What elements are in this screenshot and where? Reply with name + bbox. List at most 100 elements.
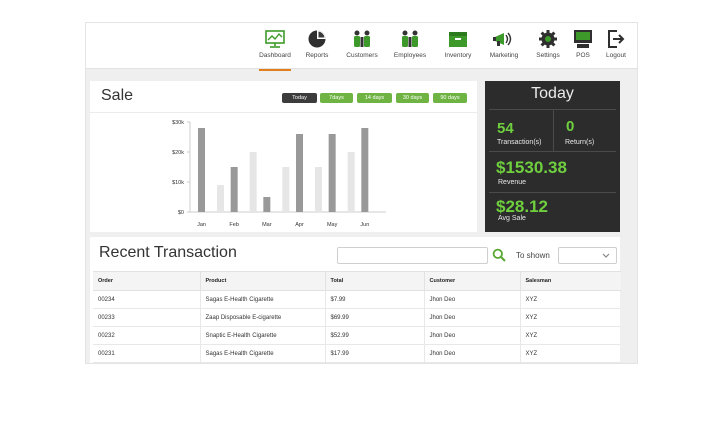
table-row[interactable]: 00233 Zaap Disposable E-cigarette $69.99… [93, 308, 621, 327]
customer-cell: Jhon Deo [424, 326, 521, 345]
order-cell: 00231 [93, 344, 201, 363]
x-tick-label: Jan [197, 222, 206, 228]
salesman-cell: XYZ [520, 326, 621, 345]
total-cell: $69.99 [325, 308, 425, 327]
x-tick-label: Apr [295, 222, 304, 228]
pie-chart-icon [308, 30, 326, 48]
divider [489, 151, 616, 152]
logout-icon [608, 30, 625, 48]
bar [198, 128, 205, 212]
sale-title: Sale [101, 87, 134, 104]
range-today-button[interactable]: Today [282, 93, 317, 103]
active-tab-indicator [259, 69, 291, 71]
x-tick-label: Jun [360, 222, 369, 228]
nav-label: Reports [305, 52, 329, 59]
bar [249, 152, 257, 212]
x-tick-label: Mar [262, 222, 272, 228]
product-cell: Snaptic E-Health Cigarette [200, 326, 326, 345]
y-tick-label: $10k [172, 180, 184, 186]
bar [296, 134, 303, 212]
revenue-label: Revenue [498, 179, 527, 186]
bar [282, 167, 290, 212]
dashboard-window: Dashboard Reports Customers Employees In… [85, 22, 638, 364]
today-summary-panel: Today 54 Transaction(s) 0 Return(s) $153… [485, 81, 620, 232]
rows-shown-select[interactable] [558, 247, 617, 264]
recent-transactions-panel: Recent Transaction To shown Order Produc… [90, 237, 621, 363]
transactions-label: Transaction(s) [497, 139, 542, 146]
salesman-cell: XYZ [520, 344, 621, 363]
y-tick-label: $30k [172, 120, 184, 126]
salesman-cell: XYZ [520, 290, 621, 309]
product-cell: Sagas E-Health Cigarette [200, 290, 326, 309]
x-tick-label: May [327, 222, 338, 228]
pos-terminal-icon [574, 30, 592, 48]
range-7days-button[interactable]: 7days [320, 93, 353, 103]
top-navigation: Dashboard Reports Customers Employees In… [86, 23, 637, 71]
table-row[interactable]: 00232 Snaptic E-Health Cigarette $52.99 … [93, 326, 621, 345]
total-cell: $52.99 [325, 326, 425, 345]
column-header[interactable]: Customer [424, 271, 521, 291]
recent-title: Recent Transaction [99, 244, 237, 261]
megaphone-icon [493, 32, 512, 46]
bar [230, 167, 238, 212]
nav-label: Dashboard [259, 52, 291, 59]
divider [489, 192, 616, 193]
y-tick-label: $0 [178, 210, 184, 216]
order-cell: 00234 [93, 290, 201, 309]
column-header[interactable]: Product [200, 271, 326, 291]
y-tick-label: $20k [172, 150, 184, 156]
product-cell: Sagas E-Health Cigarette [200, 344, 326, 363]
to-shown-label: To shown [516, 251, 550, 260]
returns-label: Return(s) [565, 139, 595, 146]
nav-reports[interactable]: Reports [295, 29, 339, 67]
nav-inventory[interactable]: Inventory [436, 29, 480, 67]
bar [263, 197, 271, 212]
today-title: Today [531, 85, 574, 102]
divider [553, 110, 554, 151]
avg-sale-value: $28.12 [496, 197, 548, 216]
order-cell: 00233 [93, 308, 201, 327]
returns-count: 0 [566, 118, 575, 135]
bar [328, 134, 336, 212]
search-input[interactable] [337, 247, 488, 264]
bar [347, 152, 355, 212]
nav-dashboard[interactable]: Dashboard [253, 29, 297, 71]
inventory-box-icon [449, 32, 467, 47]
column-header[interactable]: Salesman [520, 271, 621, 291]
range-14days-button[interactable]: 14 days [357, 93, 392, 103]
sale-panel: Sale Today 7days 14 days 30 days 90 days… [90, 81, 477, 232]
customer-cell: Jhon Deo [424, 290, 521, 309]
nav-label: Customers [346, 52, 378, 59]
nav-marketing[interactable]: Marketing [482, 29, 526, 67]
customer-cell: Jhon Deo [424, 344, 521, 363]
bar [315, 167, 322, 212]
nav-logout[interactable]: Logout [594, 29, 637, 67]
salesman-cell: XYZ [520, 308, 621, 327]
nav-label: Marketing [489, 52, 519, 59]
nav-label: Employees [393, 52, 427, 59]
table-row[interactable]: 00231 Sagas E-Health Cigarette $17.99 Jh… [93, 344, 621, 363]
total-cell: $7.99 [325, 290, 425, 309]
chevron-down-icon [602, 253, 610, 258]
nav-customers[interactable]: Customers [340, 29, 384, 67]
range-30days-button[interactable]: 30 days [396, 93, 429, 103]
search-icon[interactable] [492, 248, 506, 262]
avg-sale-label: Avg Sale [498, 215, 526, 222]
bar [361, 128, 369, 212]
column-header[interactable]: Order [93, 271, 201, 291]
gear-icon [539, 30, 557, 48]
table-header-row: Order Product Total Customer Salesman [93, 271, 621, 291]
range-90days-button[interactable]: 90 days [433, 93, 467, 103]
transactions-table: Order Product Total Customer Salesman 00… [93, 271, 621, 363]
customer-cell: Jhon Deo [424, 308, 521, 327]
product-cell: Zaap Disposable E-cigarette [200, 308, 326, 327]
table-row[interactable]: 00234 Sagas E-Health Cigarette $7.99 Jho… [93, 290, 621, 309]
dashboard-icon [265, 30, 285, 48]
nav-employees[interactable]: Employees [388, 29, 432, 67]
order-cell: 00232 [93, 326, 201, 345]
bar [217, 185, 224, 212]
nav-label: Inventory [444, 52, 472, 59]
transactions-count: 54 [497, 120, 514, 137]
column-header[interactable]: Total [325, 271, 425, 291]
employees-icon [402, 30, 418, 47]
